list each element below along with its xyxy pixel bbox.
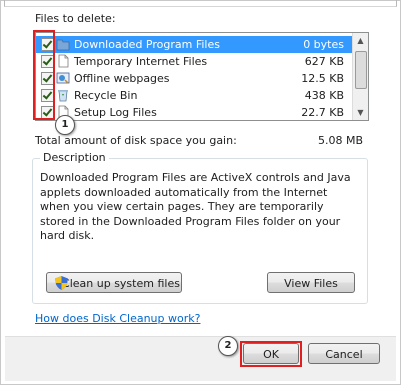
file-size: 22.7 KB <box>301 106 344 119</box>
view-files-button[interactable]: View Files <box>267 272 355 293</box>
annotation-badge-1: 1 <box>55 115 75 135</box>
file-name: Offline webpages <box>74 72 170 85</box>
file-name: Recycle Bin <box>74 89 138 102</box>
file-size: 0 bytes <box>303 38 344 51</box>
recycle-bin-icon <box>56 88 70 102</box>
list-item[interactable]: Offline webpages 12.5 KB <box>36 70 352 87</box>
file-name: Downloaded Program Files <box>74 38 220 51</box>
uac-shield-icon <box>55 276 68 290</box>
file-size: 12.5 KB <box>301 72 344 85</box>
file-name: Temporary Internet Files <box>74 55 208 68</box>
file-name: Setup Log Files <box>74 106 157 119</box>
description-title: Description <box>40 151 109 164</box>
list-item[interactable]: Setup Log Files 22.7 KB <box>36 104 352 120</box>
file-size: 627 KB <box>304 55 344 68</box>
scroll-down-arrow-icon[interactable]: ▼ <box>353 105 368 120</box>
clean-up-system-files-label: Clean up system files <box>62 277 180 290</box>
cancel-button[interactable]: Cancel <box>308 343 380 364</box>
files-to-delete-label: Files to delete: <box>35 12 116 25</box>
total-space-label: Total amount of disk space you gain: <box>35 134 237 147</box>
clean-up-system-files-button[interactable]: Clean up system files <box>46 272 182 293</box>
ok-highlight-annotation <box>240 341 302 367</box>
document-icon <box>56 54 70 68</box>
window-top-edge <box>4 0 397 7</box>
scroll-up-arrow-icon[interactable]: ▲ <box>353 33 368 48</box>
files-list[interactable]: Downloaded Program Files 0 bytes Temporary… <box>35 32 369 121</box>
list-item[interactable]: Recycle Bin 438 KB <box>36 87 352 104</box>
annotation-badge-2: 2 <box>218 336 238 356</box>
description-text: Downloaded Program Files are ActiveX con… <box>40 171 351 242</box>
checkbox-highlight-annotation <box>33 30 55 120</box>
folder-icon <box>56 37 70 51</box>
files-list-scrollbar[interactable]: ▲ ▼ <box>352 33 368 120</box>
offline-webpages-icon <box>56 71 70 85</box>
list-item[interactable]: Downloaded Program Files 0 bytes <box>36 36 352 53</box>
scroll-thumb[interactable] <box>355 51 367 89</box>
total-space-value: 5.08 MB <box>318 134 364 147</box>
list-item[interactable]: Temporary Internet Files 627 KB <box>36 53 352 70</box>
help-link[interactable]: How does Disk Cleanup work? <box>35 312 200 325</box>
file-size: 438 KB <box>304 89 344 102</box>
